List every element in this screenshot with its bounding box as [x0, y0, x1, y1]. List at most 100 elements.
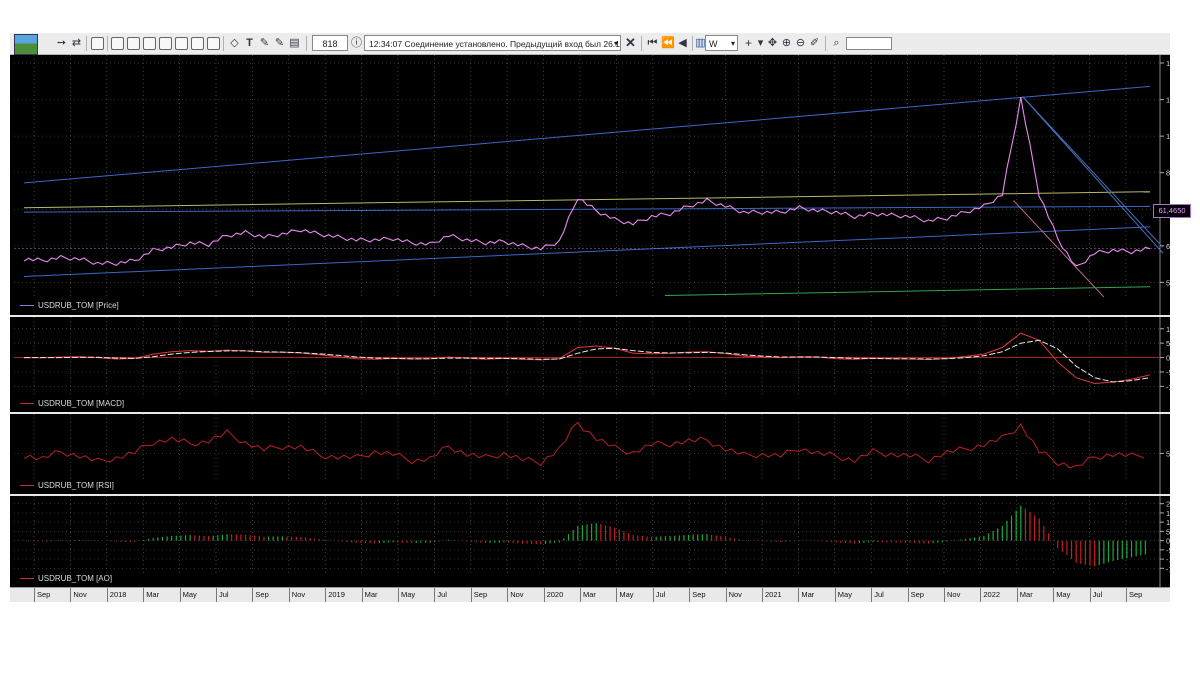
x-tick-label: Nov: [725, 588, 742, 602]
close-icon[interactable]: ✕: [624, 35, 637, 51]
y-tick-label: -5: [1166, 546, 1170, 555]
rsi-chart: 50: [14, 414, 1170, 494]
x-tick-label: Mar: [143, 588, 159, 602]
macd-pane[interactable]: 10 5 0 -5 -10 USDRUB_TOM [MACD]: [10, 317, 1170, 412]
macd-chart: 10 5 0 -5 -10: [14, 317, 1170, 412]
status-field[interactable]: 12:34:07 Соединение установлено. Предыду…: [364, 35, 621, 51]
y-tick-label: 87,5: [1166, 169, 1170, 178]
y-tick-label: 15: [1166, 509, 1170, 518]
report-icon[interactable]: [191, 37, 204, 50]
x-tick-label: Mar: [361, 588, 378, 602]
arrow-right-icon[interactable]: ➙: [55, 35, 68, 51]
search-icon[interactable]: ⌕: [830, 35, 843, 51]
x-tick-label: Nov: [944, 588, 960, 602]
x-tick-label: Sep: [1126, 588, 1142, 602]
new-window-icon[interactable]: [91, 37, 104, 50]
x-tick-label: Sep: [689, 588, 706, 602]
y-tick-label: -5: [1166, 368, 1170, 377]
y-tick-label: 10: [1166, 518, 1170, 527]
copy-icon[interactable]: [207, 37, 220, 50]
trendline-drop-line-1: [1022, 96, 1164, 248]
x-tick-label: Sep: [34, 588, 50, 602]
portfolio-icon[interactable]: [159, 37, 172, 50]
y-tick-label: 0: [1166, 354, 1170, 363]
x-tick-label: Sep: [907, 588, 924, 602]
rsi-pane[interactable]: 50 USDRUB_TOM [RSI]: [10, 414, 1170, 494]
y-tick-label: 20: [1166, 500, 1170, 509]
x-tick-label: Mar: [798, 588, 814, 602]
y-tick-label: 10: [1166, 325, 1170, 334]
y-tick-label: -10: [1166, 382, 1170, 391]
search-window-icon[interactable]: [175, 37, 188, 50]
app-logo: [14, 34, 38, 55]
price-series-line: [23, 97, 1151, 267]
trendline-channel-top: [23, 85, 1151, 184]
timeframe-select[interactable]: W ▾: [705, 35, 738, 51]
zoom-in-icon[interactable]: ⊕: [780, 35, 793, 51]
search-input[interactable]: [846, 37, 892, 50]
rsi-legend-label: USDRUB_TOM [RSI]: [38, 481, 114, 490]
quotes-icon[interactable]: [127, 37, 140, 50]
macd-legend-label: USDRUB_TOM [MACD]: [38, 399, 125, 408]
pencil-icon[interactable]: ✐: [808, 35, 821, 51]
x-tick-label: 2020: [543, 588, 563, 602]
diamond-icon[interactable]: ◇: [228, 35, 241, 51]
y-tick-label: -10: [1166, 555, 1170, 564]
list-icon[interactable]: [143, 37, 156, 50]
order-icon[interactable]: ⇄: [70, 35, 83, 51]
first-page-icon[interactable]: ⏮: [646, 35, 659, 51]
timeframe-value: W: [709, 39, 718, 49]
ao-pane[interactable]: 20151050-5-10-15 USDRUB_TOM [AO]: [10, 496, 1170, 587]
x-tick-label: Nov: [288, 588, 305, 602]
chevron-down-icon[interactable]: ▾: [731, 36, 735, 52]
clipboard-icon[interactable]: ▤: [288, 35, 301, 51]
x-tick-label: 2019: [325, 588, 345, 602]
rsi-legend: USDRUB_TOM [RSI]: [20, 481, 114, 490]
play-back-icon[interactable]: ◀: [676, 35, 689, 51]
ao-legend-label: USDRUB_TOM [AO]: [38, 574, 113, 583]
toolbar: ➙ ⇄ ◇ T ✎ ✎ ▤ 818 ⓘ 12:34:07 Соединение …: [10, 33, 1170, 55]
price-legend-label: USDRUB_TOM [Price]: [38, 301, 119, 310]
chevron-down-icon[interactable]: ▾: [614, 36, 618, 50]
x-tick-label: Sep: [470, 588, 487, 602]
y-tick-label: 100,0: [1166, 132, 1170, 141]
x-axis[interactable]: Sep Nov 2018 Mar May Jul Sep Nov 2019 Mar May Jul Se…: [10, 587, 1170, 602]
rsi-series-line: [23, 421, 1144, 469]
x-tick-label: May: [834, 588, 852, 602]
macd-legend: USDRUB_TOM [MACD]: [20, 399, 124, 408]
last-price-badge: 61,4650: [1153, 204, 1191, 218]
trendline-channel-bottom: [23, 226, 1151, 278]
y-tick-label: 50,0: [1166, 278, 1170, 287]
y-tick-label: 62,5: [1166, 242, 1170, 251]
table-icon[interactable]: [111, 37, 124, 50]
y-tick-label: 5: [1166, 527, 1170, 536]
x-tick-label: Jul: [216, 588, 229, 602]
y-tick-label: -15: [1166, 564, 1170, 573]
price-pane[interactable]: 125,0112,5100,087,575,062,550,0 USDRUB_T…: [10, 55, 1170, 315]
x-tick-label: 2021: [762, 588, 782, 602]
x-tick-label: Mar: [580, 588, 596, 602]
x-tick-label: 2018: [106, 588, 126, 602]
x-tick-label: May: [398, 588, 415, 602]
rewind-icon[interactable]: ⏪: [661, 35, 675, 51]
x-tick-label: 2022: [980, 588, 1000, 602]
x-tick-label: Jul: [652, 588, 665, 602]
ao-legend: USDRUB_TOM [AO]: [20, 574, 112, 583]
text-tool-icon[interactable]: T: [243, 35, 256, 51]
macd-series-line: [24, 332, 1151, 385]
move-icon[interactable]: ✥: [766, 35, 779, 51]
status-text: 12:34:07 Соединение установлено. Предыду…: [369, 39, 620, 49]
x-tick-label: May: [179, 588, 197, 602]
x-tick-label: Jul: [1089, 588, 1102, 602]
x-tick-label: Nov: [507, 588, 524, 602]
info-icon: ⓘ: [351, 37, 362, 49]
y-tick-label: 0: [1166, 537, 1170, 546]
zoom-out-icon[interactable]: ⊖: [794, 35, 807, 51]
y-tick-label: 50: [1166, 449, 1170, 458]
x-tick-label: Nov: [70, 588, 87, 602]
x-tick-label: May: [616, 588, 634, 602]
trading-terminal: ➙ ⇄ ◇ T ✎ ✎ ▤ 818 ⓘ 12:34:07 Соединение …: [10, 33, 1170, 602]
edit-icon[interactable]: ✎: [258, 35, 271, 51]
ao-chart: 20151050-5-10-15: [14, 496, 1170, 587]
tools-icon[interactable]: ✎: [273, 35, 286, 51]
